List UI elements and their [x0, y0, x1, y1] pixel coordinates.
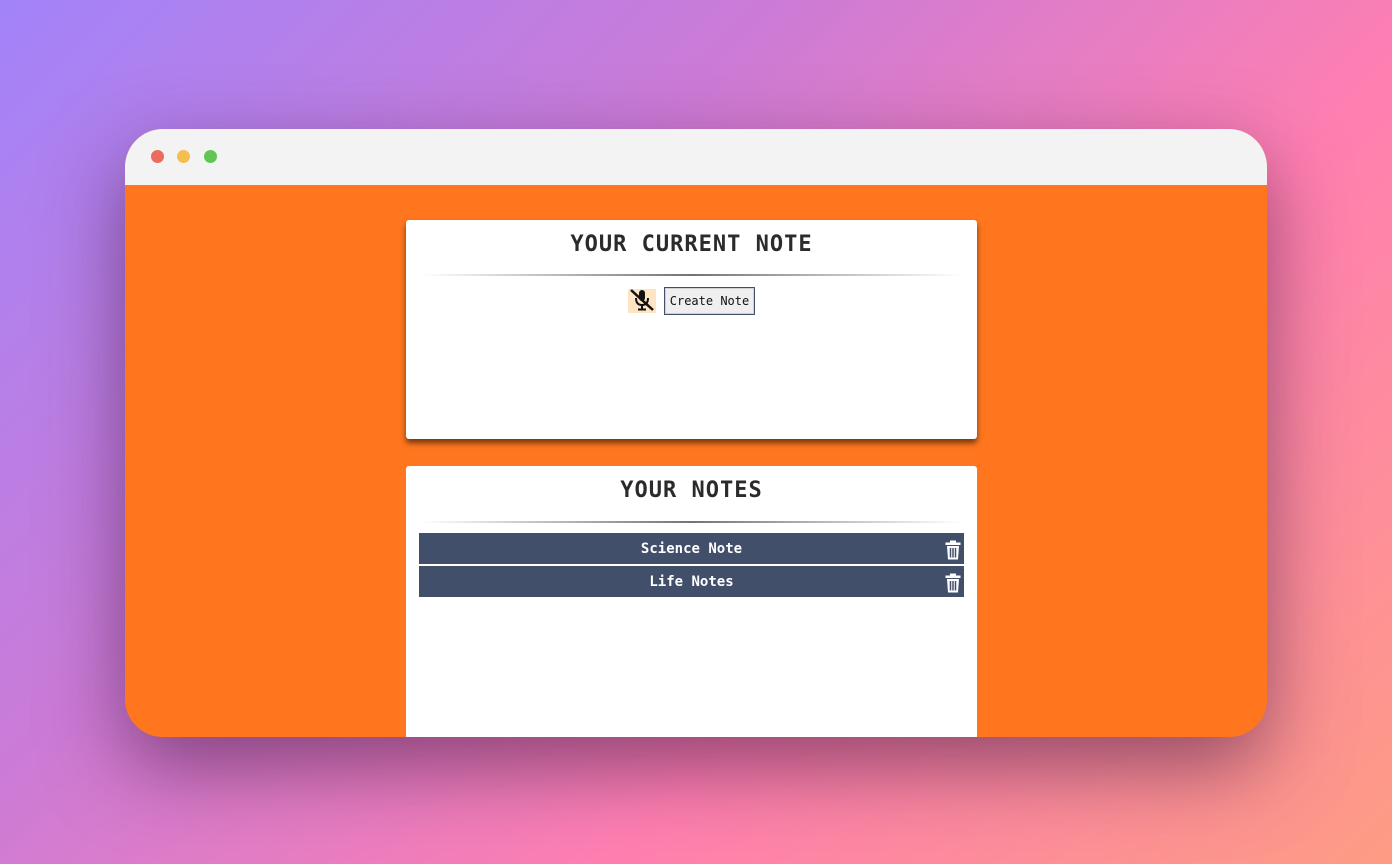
note-label: Science Note: [640, 540, 743, 557]
your-notes-title: YOUR NOTES: [620, 478, 763, 503]
minimize-window-button[interactable]: [177, 150, 190, 163]
list-item[interactable]: Science Note: [419, 533, 964, 564]
note-controls: Create Note: [406, 287, 977, 315]
divider: [422, 274, 961, 276]
divider: [422, 521, 961, 523]
browser-window: YOUR CURRENT NOTE Create Note YOUR NOTES…: [125, 129, 1267, 737]
trash-icon[interactable]: [945, 540, 961, 560]
mic-toggle-button[interactable]: [627, 288, 656, 315]
note-label: Life Notes: [649, 573, 734, 590]
current-note-title: YOUR CURRENT NOTE: [570, 232, 813, 257]
window-titlebar: [125, 129, 1267, 185]
create-note-button[interactable]: Create Note: [663, 287, 756, 315]
mic-off-icon: [629, 288, 655, 315]
close-window-button[interactable]: [151, 150, 164, 163]
maximize-window-button[interactable]: [204, 150, 217, 163]
trash-icon[interactable]: [945, 573, 961, 593]
current-note-card: YOUR CURRENT NOTE Create Note: [406, 220, 977, 439]
page-content: YOUR CURRENT NOTE Create Note YOUR NOTES…: [125, 185, 1267, 737]
current-note-body[interactable]: [422, 325, 961, 425]
list-item[interactable]: Life Notes: [419, 566, 964, 597]
your-notes-card: YOUR NOTES Science Note Life Notes: [406, 466, 977, 737]
note-list: Science Note Life Notes: [419, 533, 964, 599]
